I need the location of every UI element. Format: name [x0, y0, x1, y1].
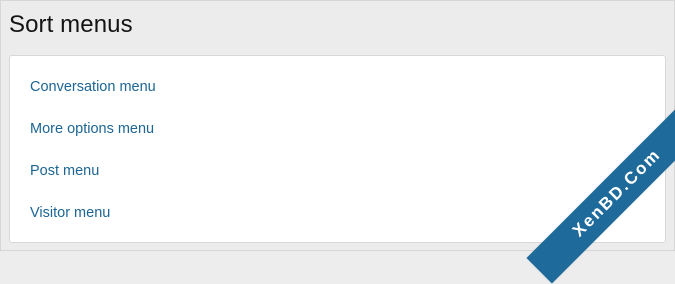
menu-item-visitor[interactable]: Visitor menu — [30, 205, 110, 221]
menu-list-panel: Conversation menu More options menu Post… — [9, 55, 666, 243]
menu-item-conversation[interactable]: Conversation menu — [30, 79, 156, 95]
menu-item-post[interactable]: Post menu — [30, 163, 99, 179]
menu-item-more-options[interactable]: More options menu — [30, 121, 154, 137]
page-title: Sort menus — [9, 11, 133, 38]
